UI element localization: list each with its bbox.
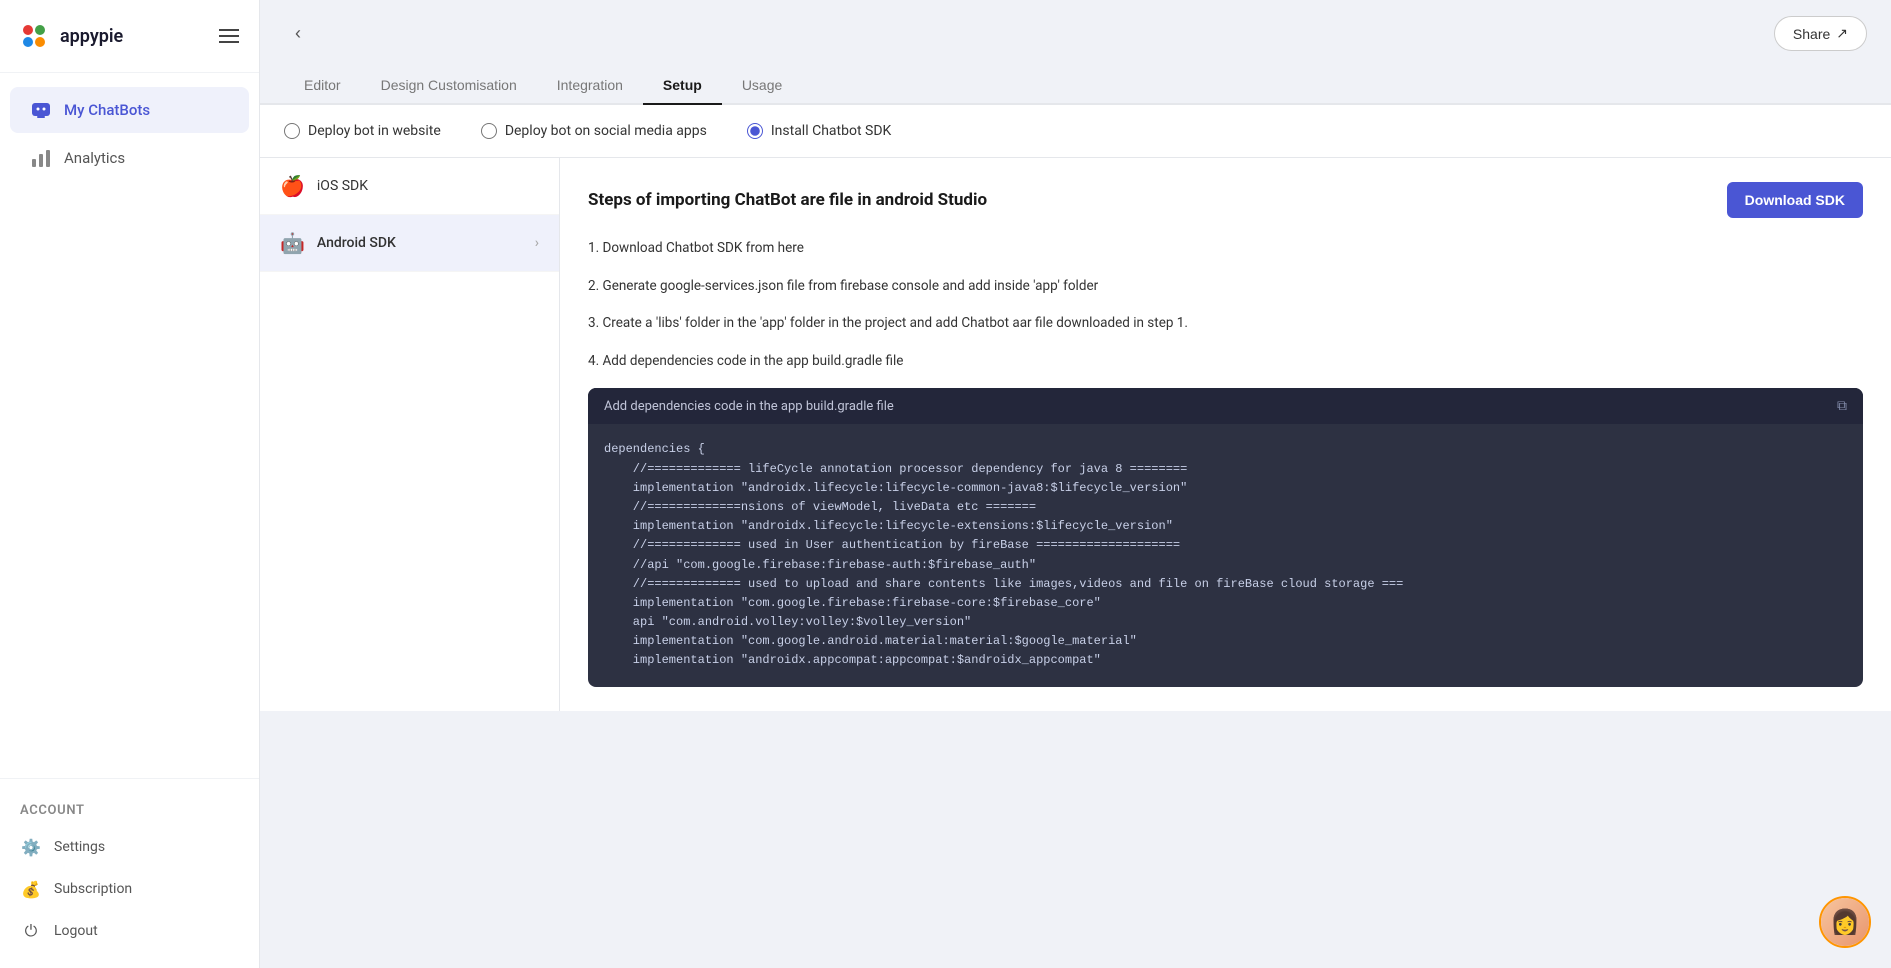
android-sdk-item[interactable]: 🤖 Android SDK › xyxy=(260,215,559,272)
sidebar-item-chatbots[interactable]: My ChatBots xyxy=(10,87,249,133)
step-2: 2. Generate google-services.json file fr… xyxy=(588,276,1863,298)
logo-icon xyxy=(16,18,52,54)
ios-sdk-item[interactable]: 🍎 iOS SDK xyxy=(260,158,559,215)
hamburger-button[interactable] xyxy=(215,25,243,47)
tab-bar: Editor Design Customisation Integration … xyxy=(260,67,1891,105)
sdk-content-header: Steps of importing ChatBot are file in a… xyxy=(588,182,1863,218)
code-block-title: Add dependencies code in the app build.g… xyxy=(604,399,894,414)
sidebar-header: appypie xyxy=(0,0,259,73)
logo: appypie xyxy=(16,18,123,54)
sidebar: appypie My ChatBots xyxy=(0,0,260,968)
deploy-social-radio[interactable] xyxy=(481,123,497,139)
deploy-social-label: Deploy bot on social media apps xyxy=(505,123,707,139)
sidebar-nav: My ChatBots Analytics xyxy=(0,73,259,778)
chat-avatar-image: 👩 xyxy=(1821,898,1869,946)
logout-icon: ⏻ xyxy=(20,920,42,942)
tab-usage[interactable]: Usage xyxy=(722,67,802,105)
subscription-label: Subscription xyxy=(54,881,132,897)
sdk-sidebar: 🍎 iOS SDK 🤖 Android SDK › xyxy=(260,158,560,711)
sdk-content-title: Steps of importing ChatBot are file in a… xyxy=(588,190,987,210)
install-sdk-label: Install Chatbot SDK xyxy=(771,123,891,139)
install-sdk-radio[interactable] xyxy=(747,123,763,139)
back-arrow-icon: ‹ xyxy=(295,23,301,44)
deploy-website-radio[interactable] xyxy=(284,123,300,139)
sidebar-footer: Account ⚙️ Settings 💰 Subscription ⏻ Log… xyxy=(0,778,259,968)
step-3: 3. Create a 'libs' folder in the 'app' f… xyxy=(588,313,1863,335)
deploy-social-option[interactable]: Deploy bot on social media apps xyxy=(481,123,707,139)
subscription-icon: 💰 xyxy=(20,878,42,900)
top-bar: ‹ Share ↗ xyxy=(260,0,1891,67)
sidebar-item-analytics-label: Analytics xyxy=(64,149,125,167)
android-sdk-label: Android SDK xyxy=(317,235,396,251)
logout-label: Logout xyxy=(54,923,98,939)
tab-setup[interactable]: Setup xyxy=(643,67,722,105)
hamburger-line-3 xyxy=(219,41,239,43)
sidebar-item-logout[interactable]: ⏻ Logout xyxy=(0,910,259,952)
tab-integration[interactable]: Integration xyxy=(537,67,643,105)
code-block: Add dependencies code in the app build.g… xyxy=(588,388,1863,686)
sdk-content: Steps of importing ChatBot are file in a… xyxy=(560,158,1891,711)
analytics-icon xyxy=(30,147,52,169)
copy-icon[interactable]: ⧉ xyxy=(1837,398,1847,414)
hamburger-line-2 xyxy=(219,35,239,37)
logo-text: appypie xyxy=(60,26,123,47)
share-icon: ↗ xyxy=(1836,25,1848,42)
code-body: dependencies { //============= lifeCycle… xyxy=(588,424,1863,686)
share-button[interactable]: Share ↗ xyxy=(1774,16,1867,51)
tab-editor[interactable]: Editor xyxy=(284,67,361,105)
code-block-header: Add dependencies code in the app build.g… xyxy=(588,388,1863,424)
main-content: ‹ Share ↗ Editor Design Customisation In… xyxy=(260,0,1891,968)
ios-icon: 🍎 xyxy=(280,174,305,198)
account-label: Account xyxy=(0,795,259,826)
page-body: Deploy bot in website Deploy bot on soci… xyxy=(260,105,1891,968)
install-sdk-option[interactable]: Install Chatbot SDK xyxy=(747,123,891,139)
sidebar-item-settings[interactable]: ⚙️ Settings xyxy=(0,826,259,868)
step-4: 4. Add dependencies code in the app buil… xyxy=(588,351,1863,373)
chatbots-icon xyxy=(30,99,52,121)
settings-icon: ⚙️ xyxy=(20,836,42,858)
hamburger-line-1 xyxy=(219,29,239,31)
deploy-options: Deploy bot in website Deploy bot on soci… xyxy=(260,105,1891,158)
sidebar-item-analytics[interactable]: Analytics xyxy=(10,135,249,181)
settings-label: Settings xyxy=(54,839,105,855)
sidebar-item-chatbots-label: My ChatBots xyxy=(64,101,150,119)
step-1: 1. Download Chatbot SDK from here xyxy=(588,238,1863,260)
android-sdk-chevron: › xyxy=(535,235,539,251)
ios-sdk-label: iOS SDK xyxy=(317,178,368,194)
android-icon: 🤖 xyxy=(280,231,305,255)
download-sdk-button[interactable]: Download SDK xyxy=(1727,182,1863,218)
back-button[interactable]: ‹ xyxy=(284,20,312,48)
share-label: Share xyxy=(1793,26,1830,42)
chat-avatar[interactable]: 👩 xyxy=(1819,896,1871,948)
sdk-container: 🍎 iOS SDK 🤖 Android SDK › Steps of impor… xyxy=(260,158,1891,711)
sidebar-item-subscription[interactable]: 💰 Subscription xyxy=(0,868,259,910)
deploy-website-option[interactable]: Deploy bot in website xyxy=(284,123,441,139)
deploy-website-label: Deploy bot in website xyxy=(308,123,441,139)
tab-design[interactable]: Design Customisation xyxy=(361,67,537,105)
